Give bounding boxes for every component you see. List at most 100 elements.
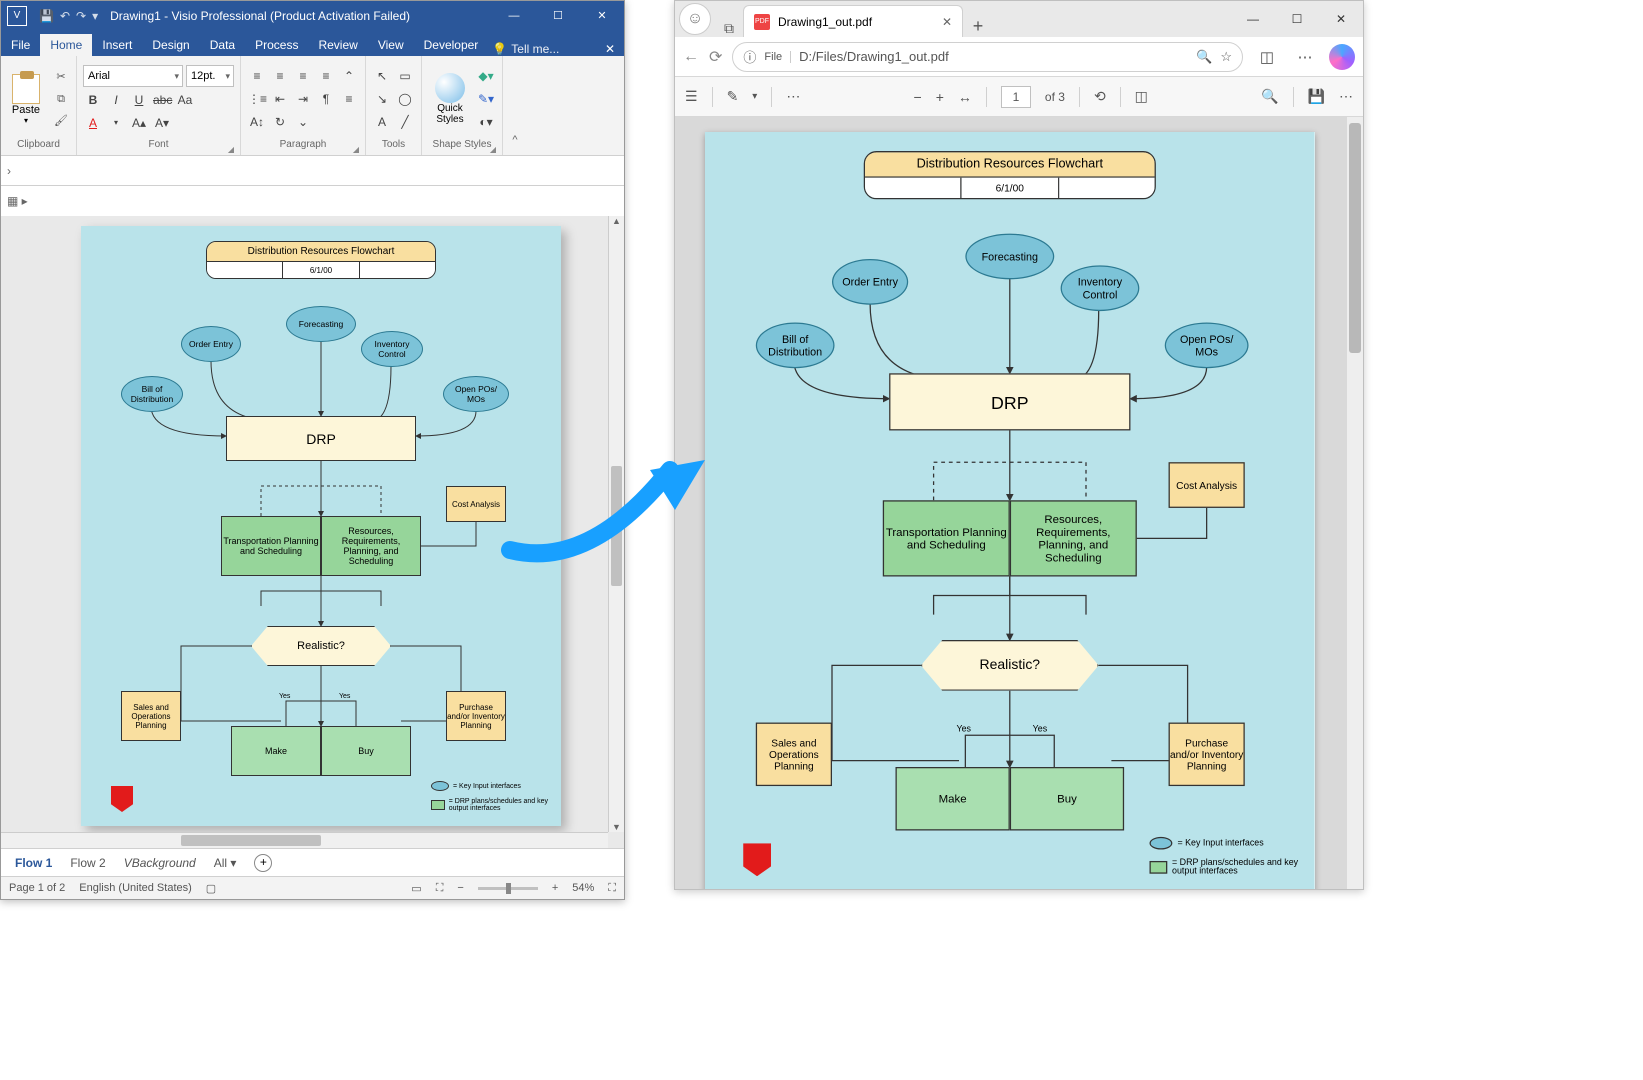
font-color-button[interactable]: A [83,113,103,133]
add-page-button[interactable]: + [254,854,272,872]
change-case-button[interactable]: Aa [175,90,195,110]
fit-page-icon[interactable]: ⛶ [608,882,616,895]
ellipse-tool-icon[interactable]: ◯ [395,89,415,109]
node-forecasting[interactable]: Forecasting [286,306,356,342]
chevron-down-icon[interactable]: ▾ [106,113,126,133]
align-bottom-button[interactable]: ⌄ [293,112,313,132]
fill-button[interactable]: ◆▾ [476,66,496,86]
fit-window-icon[interactable]: ⛶ [436,882,444,895]
macro-record-icon[interactable]: ▢ [206,882,216,895]
node-sales-operations[interactable]: Sales and Operations Planning [121,691,181,741]
undo-icon[interactable]: ↶ [60,9,70,23]
page-tab-vbackground[interactable]: VBackground [124,856,196,870]
dialog-launcher-icon[interactable]: ◢ [353,145,359,154]
effects-button[interactable]: ◐▾ [476,112,496,132]
highlight-icon[interactable]: ✎ [727,88,739,105]
node-open-pos-mos[interactable]: Open POs/ MOs [443,376,509,412]
more-icon[interactable]: ⋯ [786,88,800,105]
horizontal-scrollbar[interactable] [1,832,608,848]
tab-review[interactable]: Review [308,34,367,56]
maximize-button[interactable]: ☐ [1275,1,1319,37]
scroll-thumb[interactable] [611,466,622,586]
cut-icon[interactable]: ✂ [52,68,70,86]
minimize-button[interactable]: — [1231,1,1275,37]
minimize-button[interactable]: — [492,1,536,31]
collapse-ribbon-icon[interactable]: ^ [503,56,527,155]
tell-me[interactable]: 💡Tell me... [492,42,559,56]
close-button[interactable]: ✕ [1319,1,1363,37]
grow-font-button[interactable]: A▴ [129,113,149,133]
node-order-entry[interactable]: Order Entry [181,326,241,362]
scroll-thumb[interactable] [1349,123,1361,353]
underline-button[interactable]: U [129,90,149,110]
shapes-pane-icon[interactable]: ▦ ▸ [7,194,28,208]
pdf-viewport[interactable]: Distribution Resources Flowchart 6/1/00 … [675,117,1363,889]
zoom-slider[interactable] [478,887,538,890]
back-icon[interactable]: ← [683,48,699,66]
tab-design[interactable]: Design [142,34,199,56]
format-painter-icon[interactable]: 🖌 [52,112,70,130]
node-buy[interactable]: Buy [321,726,411,776]
zoom-in-icon[interactable]: + [936,89,944,105]
paste-button[interactable]: Paste ▾ [7,74,45,125]
bold-button[interactable]: B [83,90,103,110]
zoom-in-icon[interactable]: + [552,882,558,894]
text-tool-icon[interactable]: A [372,112,392,132]
presentation-mode-icon[interactable]: ▭ [411,882,421,895]
paragraph-spacing-button[interactable]: ¶ [316,89,336,109]
tab-view[interactable]: View [368,34,414,56]
align-middle-button[interactable]: ≡ [339,89,359,109]
node-realistic[interactable]: Realistic? [251,626,391,666]
page-tab-flow2[interactable]: Flow 2 [70,856,105,870]
qat-dropdown-icon[interactable]: ▾ [92,9,98,23]
profile-icon[interactable]: ☺ [679,3,711,35]
close-document-button[interactable]: ✕ [596,42,624,56]
copy-icon[interactable]: ⧉ [52,90,70,108]
shrink-font-button[interactable]: A▾ [152,113,172,133]
rectangle-tool-icon[interactable]: ▭ [395,66,415,86]
favorite-icon[interactable]: ☆ [1220,49,1232,65]
tab-process[interactable]: Process [245,34,308,56]
increase-indent-button[interactable]: ⇥ [293,89,313,109]
text-direction-button[interactable]: A↕ [247,112,267,132]
redo-icon[interactable]: ↷ [76,9,86,23]
connector-tool-icon[interactable]: ↘ [372,89,392,109]
zoom-icon[interactable]: 🔍 [1196,49,1212,65]
font-size-combo[interactable]: 12pt. [186,65,234,87]
node-make[interactable]: Make [231,726,321,776]
refresh-icon[interactable]: ⟳ [709,47,722,67]
dialog-launcher-icon[interactable]: ◢ [228,145,234,154]
line-tool-icon[interactable]: ╱ [395,112,415,132]
language-indicator[interactable]: English (United States) [79,882,192,894]
tab-data[interactable]: Data [200,34,245,56]
copilot-icon[interactable] [1329,44,1355,70]
node-bill-of-distribution[interactable]: Bill of Distribution [121,376,183,412]
node-inventory-control[interactable]: Inventory Control [361,331,423,367]
tab-actions-icon[interactable]: ⧉ [715,20,743,37]
node-resources[interactable]: Resources, Requirements, Planning, and S… [321,516,421,576]
close-button[interactable]: ✕ [580,1,624,31]
align-top-button[interactable]: ⌃ [339,66,359,86]
tab-insert[interactable]: Insert [92,34,142,56]
page-input[interactable]: 1 [1001,86,1031,108]
decrease-indent-button[interactable]: ⇤ [270,89,290,109]
maximize-button[interactable]: ☐ [536,1,580,31]
fit-width-icon[interactable]: ↔ [958,89,972,105]
visio-canvas[interactable]: Distribution Resources Flowchart 6/1/00 … [1,216,624,848]
site-info-icon[interactable]: ⓘ [743,47,756,66]
address-bar[interactable]: ⓘ File D:/Files/Drawing1_out.pdf 🔍 ☆ [732,42,1243,72]
align-justify-button[interactable]: ≡ [316,66,336,86]
rotate-icon[interactable]: ⟲ [1094,88,1106,105]
drawing-page[interactable]: Distribution Resources Flowchart 6/1/00 … [81,226,561,826]
settings-menu-icon[interactable]: ⋯ [1291,48,1319,66]
font-name-combo[interactable]: Arial [83,65,183,87]
pointer-tool-icon[interactable]: ↖ [372,66,392,86]
rotate-text-button[interactable]: ↻ [270,112,290,132]
page-view-icon[interactable]: ◫ [1135,88,1148,105]
zoom-out-icon[interactable]: − [914,89,922,105]
save-icon[interactable]: 💾 [1308,88,1325,105]
page-tab-all[interactable]: All ▾ [214,856,237,870]
browser-tab[interactable]: PDF Drawing1_out.pdf ✕ [743,5,963,37]
align-center-button[interactable]: ≡ [270,66,290,86]
scroll-thumb[interactable] [181,835,321,846]
